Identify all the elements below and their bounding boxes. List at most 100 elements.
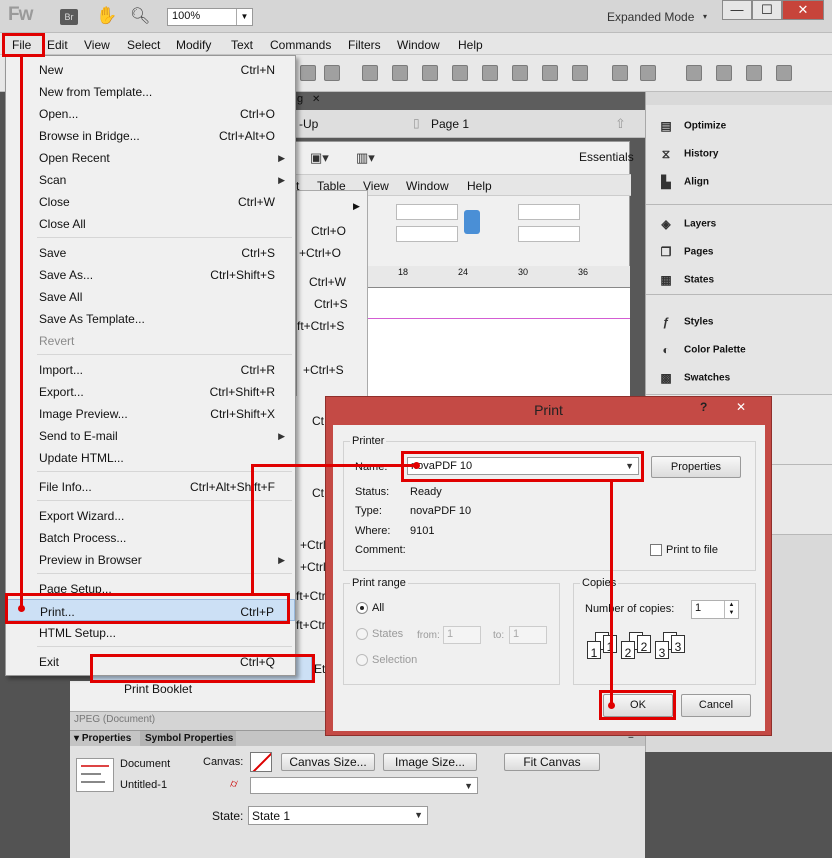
nested-input[interactable] <box>396 204 458 220</box>
panel-color-palette[interactable]: ◐ Color Palette <box>658 343 745 357</box>
zoom-select[interactable]: 100% ▼ <box>167 8 253 26</box>
file-menu-item-send-to-e-mail[interactable]: Send to E-mail ▶ <box>6 424 295 446</box>
bring-forward-icon[interactable] <box>512 65 528 81</box>
panel-swatches[interactable]: ▩ Swatches <box>658 371 730 385</box>
menu-filters[interactable]: Filters <box>348 38 381 52</box>
range-states-label[interactable]: States <box>372 628 403 640</box>
dialog-close-button[interactable]: ✕ <box>736 400 746 414</box>
range-states-radio[interactable] <box>356 628 368 640</box>
menu-select[interactable]: Select <box>127 38 160 52</box>
range-all-radio[interactable] <box>356 602 368 614</box>
send-backward-icon[interactable] <box>542 65 558 81</box>
nested-input[interactable] <box>518 226 580 242</box>
panel-history[interactable]: ⧖ History <box>658 147 719 161</box>
align-icon[interactable] <box>612 65 628 81</box>
join-icon[interactable] <box>422 65 438 81</box>
file-menu-item-new[interactable]: New Ctrl+N <box>6 58 295 80</box>
minimize-button[interactable]: — <box>722 0 752 20</box>
canvas-size-button[interactable]: Canvas Size... <box>281 753 375 771</box>
panel-layers[interactable]: ◈ Layers <box>658 217 716 231</box>
panel-states[interactable]: ▦ States <box>658 273 714 287</box>
menu-help[interactable]: Help <box>458 38 483 52</box>
align-left-icon[interactable] <box>640 65 656 81</box>
tab-properties[interactable]: ▾ Properties <box>74 733 131 744</box>
file-menu-item-scan[interactable]: Scan ▶ <box>6 168 295 190</box>
hand-tool-icon[interactable]: ✋ <box>96 6 117 26</box>
range-selection-radio[interactable] <box>356 654 368 666</box>
file-menu-item-open[interactable]: Open... Ctrl+O <box>6 102 295 124</box>
panel-pages[interactable]: ❐ Pages <box>658 245 714 259</box>
canvas-color-swatch[interactable] <box>250 752 272 772</box>
copy-icon[interactable] <box>300 65 316 81</box>
state-select[interactable]: State 1 ▼ <box>248 806 428 825</box>
close-icon[interactable]: ✕ <box>312 94 320 105</box>
panel-optimize[interactable]: ▤ Optimize <box>658 119 726 133</box>
file-menu-item-save-as[interactable]: Save As... Ctrl+Shift+S <box>6 263 295 285</box>
document-status: JPEG (Document) <box>74 714 156 725</box>
layout-icon[interactable]: ▥▾ <box>356 150 375 166</box>
file-menu-item-save-as-template[interactable]: Save As Template... <box>6 307 295 329</box>
file-menu-item-export[interactable]: Export... Ctrl+Shift+R <box>6 380 295 402</box>
file-menu-item-import[interactable]: Import... Ctrl+R <box>6 358 295 380</box>
menu-modify[interactable]: Modify <box>176 38 211 52</box>
menu-edit[interactable]: Edit <box>47 38 68 52</box>
print-to-file-checkbox[interactable] <box>650 544 662 556</box>
help-button[interactable]: ? <box>700 400 707 414</box>
file-menu-item-save-all[interactable]: Save All <box>6 285 295 307</box>
from-input[interactable]: 1 <box>443 626 481 644</box>
file-menu-item-revert[interactable]: Revert <box>6 329 295 351</box>
group-icon[interactable] <box>362 65 378 81</box>
image-size-button[interactable]: Image Size... <box>383 753 477 771</box>
printer-properties-button[interactable]: Properties <box>651 456 741 478</box>
cancel-button[interactable]: Cancel <box>681 694 751 717</box>
bring-front-icon[interactable] <box>482 65 498 81</box>
panel-styles[interactable]: ƒ Styles <box>658 315 714 329</box>
zoom-tool-icon[interactable]: 🔍︎ <box>130 6 150 26</box>
fit-canvas-button[interactable]: Fit Canvas <box>504 753 600 771</box>
split-icon[interactable] <box>452 65 468 81</box>
canvas-option-select[interactable]: ▼ <box>250 777 478 794</box>
file-menu-item-browse-in-bridge[interactable]: Browse in Bridge... Ctrl+Alt+O <box>6 124 295 146</box>
menu-window[interactable]: Window <box>397 38 440 52</box>
copies-input[interactable]: 1 ▲ ▼ <box>691 600 739 619</box>
maximize-button[interactable]: ☐ <box>752 0 782 20</box>
nested-input[interactable] <box>518 204 580 220</box>
document-tab-fragment[interactable]: g <box>297 93 303 105</box>
page-nav-icon[interactable]: ⇧ <box>615 116 626 132</box>
nested-input[interactable] <box>396 226 458 242</box>
ungroup-icon[interactable] <box>392 65 408 81</box>
close-window-button[interactable]: ✕ <box>782 0 824 20</box>
rotate-cw-icon[interactable] <box>716 65 732 81</box>
workspace-mode-select[interactable]: Expanded Mode <box>607 10 694 24</box>
page-select[interactable]: Page 1 <box>431 117 469 131</box>
send-back-icon[interactable] <box>572 65 588 81</box>
bridge-button[interactable]: Br <box>60 9 78 25</box>
range-selection-label[interactable]: Selection <box>372 654 417 666</box>
file-menu-item-open-recent[interactable]: Open Recent ▶ <box>6 146 295 168</box>
flip-vertical-icon[interactable] <box>776 65 792 81</box>
menu-commands[interactable]: Commands <box>270 38 331 52</box>
panel-align[interactable]: ▙ Align <box>658 175 709 189</box>
file-menu-item-close[interactable]: Close Ctrl+W <box>6 190 295 212</box>
screen-mode-icon[interactable]: ▣▾ <box>310 150 329 166</box>
menu-view[interactable]: View <box>84 38 110 52</box>
file-menu-item-close-all[interactable]: Close All <box>6 212 295 234</box>
constrain-proportions-icon[interactable] <box>464 210 480 234</box>
to-input[interactable]: 1 <box>509 626 547 644</box>
rotate-ccw-icon[interactable] <box>686 65 702 81</box>
copies-stepper-icon[interactable]: ▲ ▼ <box>724 601 738 618</box>
paste-icon[interactable] <box>324 65 340 81</box>
file-menu-item-html-setup[interactable]: HTML Setup... <box>6 621 295 643</box>
print-to-file-label[interactable]: Print to file <box>666 544 718 556</box>
file-menu-item-save[interactable]: Save Ctrl+S <box>6 241 295 263</box>
menu-text[interactable]: Text <box>231 38 253 52</box>
file-menu-item-new-from-template[interactable]: New from Template... <box>6 80 295 102</box>
name-label: Name: <box>355 461 388 473</box>
flip-horizontal-icon[interactable] <box>746 65 762 81</box>
nested-menu-window[interactable]: Window <box>406 179 449 193</box>
essentials-label[interactable]: Essentials <box>579 150 634 164</box>
nested-menu-help[interactable]: Help <box>467 179 492 193</box>
range-all-label[interactable]: All <box>372 602 384 614</box>
file-menu-item-image-preview[interactable]: Image Preview... Ctrl+Shift+X <box>6 402 295 424</box>
tab-symbol-properties[interactable]: Symbol Properties <box>145 733 233 744</box>
